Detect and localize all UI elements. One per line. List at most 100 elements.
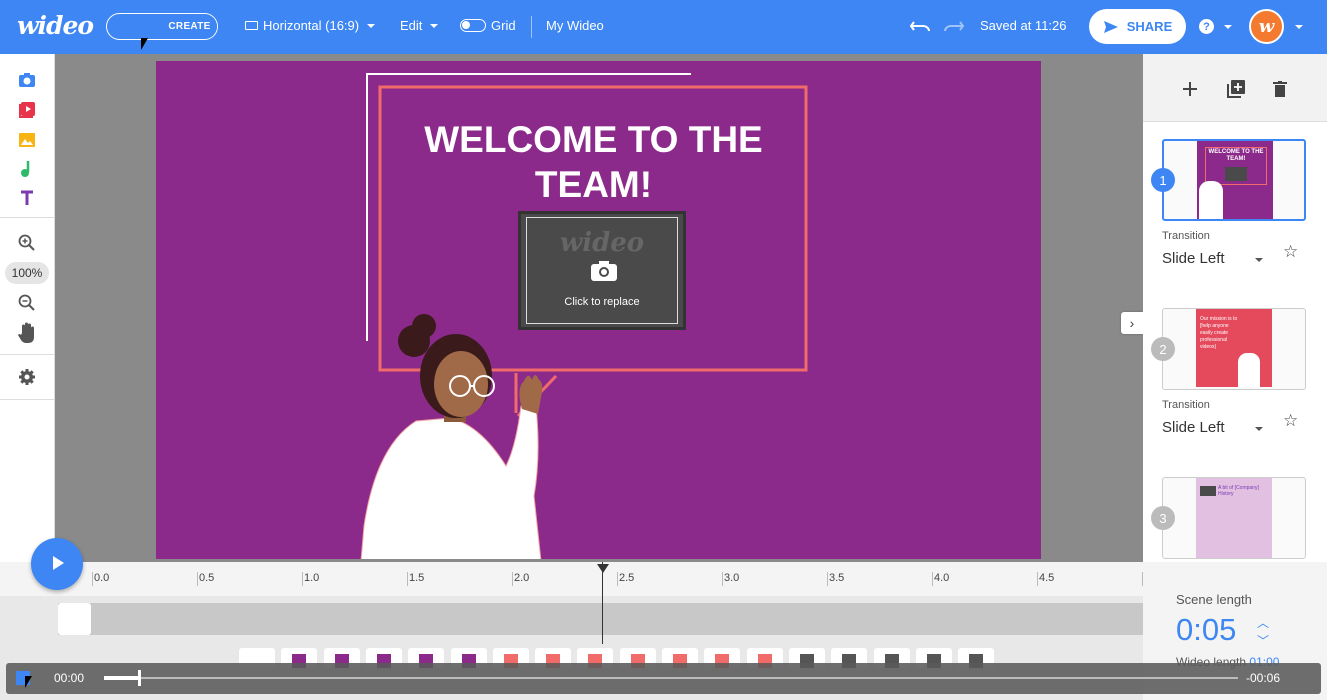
chevron-down-icon[interactable] (1224, 25, 1232, 29)
saved-status: Saved at 11:26 (980, 18, 1067, 33)
divider (531, 16, 532, 38)
playhead-handle[interactable] (597, 564, 609, 573)
grid-label: Grid (491, 18, 516, 33)
ruler-tick-label: 1.0 (304, 572, 320, 584)
wideo-logo[interactable]: wideo (17, 11, 94, 40)
scene-length-value[interactable]: 0:05 (1176, 612, 1236, 648)
ruler-tick-mark (827, 572, 828, 586)
watermark-logo: wideo (559, 228, 645, 258)
scenes-panel: WELCOME TO THE TEAM! 1 Transition Slide … (1143, 54, 1327, 562)
text-icon[interactable] (14, 187, 40, 209)
track-start-handle[interactable] (58, 603, 91, 635)
chevron-down-icon[interactable] (1255, 258, 1263, 262)
zoom-in-icon[interactable] (14, 232, 40, 254)
ruler-tick-mark (197, 572, 198, 586)
project-name[interactable]: My Wideo (546, 18, 604, 33)
remaining-time: -00:06 (1246, 671, 1281, 685)
ruler-tick-mark (932, 572, 933, 586)
play-button[interactable] (31, 538, 83, 590)
chevron-up-icon[interactable]: ︿ (1257, 614, 1269, 632)
ruler-tick-label: 1.5 (409, 572, 425, 584)
ruler-tick-mark (512, 572, 513, 586)
camera-icon[interactable] (14, 69, 40, 91)
timeline-ruler[interactable]: 0.00.51.01.52.02.53.03.54.04.55.0 (0, 562, 1159, 596)
undo-icon[interactable] (910, 18, 932, 34)
ruler-tick-mark (407, 572, 408, 586)
star-icon[interactable]: ☆ (1283, 242, 1298, 262)
image-icon[interactable] (14, 129, 40, 151)
chevron-down-icon[interactable] (1295, 25, 1303, 29)
transition-select-2[interactable]: Slide Left (1162, 419, 1225, 436)
ruler-tick-mark (92, 572, 93, 586)
ruler-tick-mark (302, 572, 303, 586)
player-progress-knob[interactable] (138, 670, 142, 686)
ruler-tick-mark (722, 572, 723, 586)
ruler-tick-mark (1037, 572, 1038, 586)
add-icon[interactable] (1183, 82, 1197, 96)
transition-label: Transition (1162, 230, 1210, 242)
star-icon[interactable]: ☆ (1283, 411, 1298, 431)
scene-number-2: 2 (1151, 337, 1175, 361)
chevron-down-icon[interactable]: ﹀ (1257, 632, 1269, 650)
orientation-dropdown[interactable]: Horizontal (16:9) (245, 18, 376, 33)
video-icon[interactable] (14, 99, 40, 121)
scene-length-label: Scene length (1176, 592, 1252, 607)
redo-icon[interactable] (943, 18, 965, 34)
toggle-switch-icon (460, 19, 486, 32)
divider (0, 354, 55, 355)
music-icon[interactable] (14, 158, 40, 180)
mouse-cursor (141, 38, 148, 50)
chevron-down-icon[interactable] (1255, 427, 1263, 431)
chevron-down-icon (367, 23, 376, 28)
ruler-tick-label: 2.5 (619, 572, 635, 584)
playhead-line (602, 562, 603, 644)
preview-player-bar: 00:00 -00:06 (6, 663, 1321, 694)
trash-icon[interactable] (1273, 81, 1287, 97)
gear-icon[interactable] (14, 366, 40, 388)
send-icon (1103, 20, 1118, 33)
hand-icon[interactable] (14, 320, 40, 346)
transition-label: Transition (1162, 399, 1210, 411)
ruler-tick-label: 3.0 (724, 572, 740, 584)
duplicate-icon[interactable] (1227, 80, 1245, 98)
scene-thumb-title: WELCOME TO THE TEAM! (1208, 149, 1264, 162)
create-mode-button[interactable]: CREATE (162, 14, 217, 39)
grid-toggle[interactable]: Grid (460, 18, 516, 33)
transition-select-1[interactable]: Slide Left (1162, 250, 1225, 267)
scene-stage[interactable]: WELCOME TO THE TEAM! wideo Click to repl… (156, 61, 1041, 559)
scene-preview: A bit of [Company] History (1196, 478, 1272, 558)
screen-icon (245, 21, 258, 30)
share-button[interactable]: SHARE (1089, 9, 1186, 44)
avatar[interactable]: w (1249, 9, 1284, 44)
woman-illustration[interactable] (356, 296, 556, 559)
scene-title[interactable]: WELCOME TO THE TEAM! (386, 117, 801, 207)
edit-menu[interactable]: Edit (400, 18, 439, 33)
scene-preview: Our mission is to [help anyone easily cr… (1196, 309, 1272, 387)
mode-toggle[interactable]: EDIT CREATE (106, 13, 218, 40)
zoom-out-icon[interactable] (14, 292, 40, 314)
scenes-panel-header (1143, 54, 1327, 122)
help-icon[interactable]: ? (1199, 19, 1214, 34)
scene-length-stepper[interactable]: ︿ ﹀ (1257, 614, 1269, 650)
edit-menu-label: Edit (400, 18, 423, 33)
ruler-tick-mark (617, 572, 618, 586)
chevron-down-icon (430, 23, 439, 28)
scene-number-1: 1 (1151, 168, 1175, 192)
scene-number-3: 3 (1151, 506, 1175, 530)
scene-thumbnail-1[interactable]: WELCOME TO THE TEAM! (1162, 139, 1306, 221)
ruler-tick-label: 0.0 (94, 572, 110, 584)
share-label: SHARE (1126, 19, 1173, 34)
scene-thumbnail-2[interactable]: Our mission is to [help anyone easily cr… (1162, 308, 1306, 390)
player-progress-track[interactable] (104, 677, 1238, 679)
divider (0, 217, 55, 218)
scene-preview: WELCOME TO THE TEAM! (1197, 141, 1273, 219)
chevron-right-icon[interactable]: › (1121, 312, 1143, 334)
current-time: 00:00 (54, 671, 85, 685)
edit-mode-button[interactable]: EDIT (107, 14, 162, 39)
timeline-track[interactable] (58, 603, 1143, 635)
ruler-tick-label: 4.5 (1039, 572, 1055, 584)
ruler-tick-label: 4.0 (934, 572, 950, 584)
zoom-level: 100% (5, 262, 49, 284)
scene-thumbnail-3[interactable]: A bit of [Company] History (1162, 477, 1306, 559)
canvas-area: WELCOME TO THE TEAM! wideo Click to repl… (55, 54, 1143, 562)
